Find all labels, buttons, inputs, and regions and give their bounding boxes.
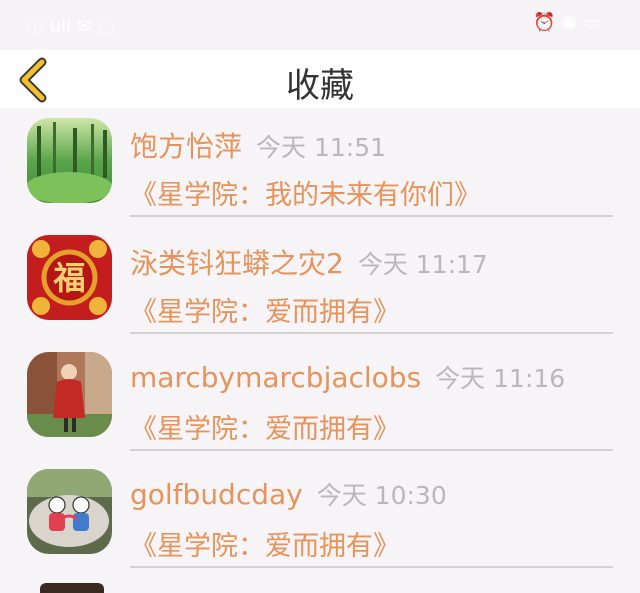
item-subtitle: 《星学院：爱而拥有》 bbox=[130, 531, 400, 562]
avatar-painted-stone-image bbox=[27, 469, 112, 554]
divider bbox=[130, 449, 613, 451]
svg-text:福: 福 bbox=[52, 259, 85, 297]
header-bar: 收藏 bbox=[0, 50, 640, 108]
divider bbox=[130, 215, 613, 217]
item-time: 今天 11:51 bbox=[256, 133, 387, 162]
divider bbox=[130, 566, 613, 568]
avatar-forest-image bbox=[27, 118, 112, 203]
list-item[interactable]: 福 泳类钭狂蟒之灾2 今天 11:17 《星学院：爱而拥有》 bbox=[0, 225, 640, 342]
page-title: 收藏 bbox=[286, 66, 354, 106]
item-time: 今天 10:30 bbox=[316, 481, 447, 510]
divider bbox=[130, 332, 613, 334]
status-left: ⓘ ull ✉ ⬚ bbox=[26, 16, 115, 37]
item-time: 今天 11:16 bbox=[435, 364, 566, 393]
list-item[interactable]: golfbudcday 今天 10:30 《星学院：爱而拥有》 bbox=[0, 459, 640, 576]
item-time: 今天 11:17 bbox=[357, 250, 488, 279]
item-name: 饱方怡萍 今天 11:51 bbox=[130, 130, 387, 163]
item-name: marcbymarcbjaclobs 今天 11:16 bbox=[130, 361, 566, 394]
list-item[interactable]: 饱方怡萍 今天 11:51 《星学院：我的未来有你们》 bbox=[0, 108, 640, 225]
next-item-avatar-peek bbox=[40, 583, 104, 593]
status-right: ⏰ ◉ ▭ bbox=[533, 12, 600, 33]
list-item[interactable]: marcbymarcbjaclobs 今天 11:16 《星学院：爱而拥有》 bbox=[0, 342, 640, 459]
item-name: 泳类钭狂蟒之灾2 今天 11:17 bbox=[130, 247, 488, 280]
item-subtitle: 《星学院：爱而拥有》 bbox=[130, 297, 400, 328]
status-bar: ⓘ ull ✉ ⬚ ⏰ ◉ ▭ bbox=[0, 0, 640, 50]
avatar-fu-character-image: 福 bbox=[27, 235, 112, 320]
avatar-woman-photo-image bbox=[27, 352, 112, 437]
item-name: golfbudcday 今天 10:30 bbox=[130, 478, 447, 511]
item-subtitle: 《星学院：我的未来有你们》 bbox=[130, 180, 481, 211]
favorites-list: 饱方怡萍 今天 11:51 《星学院：我的未来有你们》 福 泳类钭狂蟒之灾2 今天 … bbox=[0, 108, 640, 576]
item-subtitle: 《星学院：爱而拥有》 bbox=[130, 414, 400, 445]
